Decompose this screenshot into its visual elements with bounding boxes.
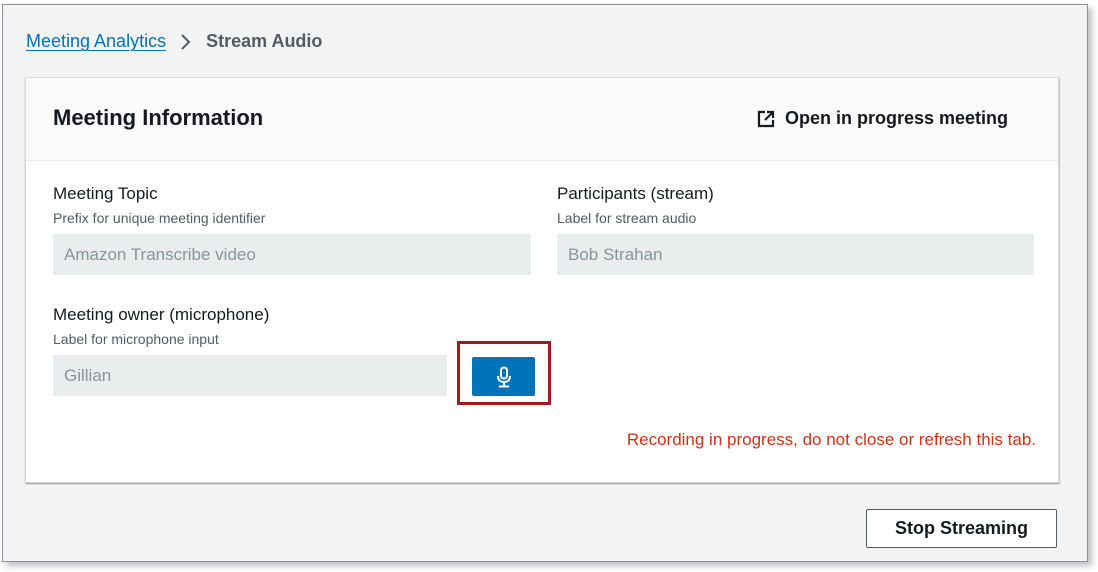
meeting-owner-description: Label for microphone input <box>53 331 219 347</box>
participants-description: Label for stream audio <box>557 210 697 226</box>
meeting-owner-label: Meeting owner (microphone) <box>53 305 270 324</box>
microphone-icon <box>496 366 512 388</box>
meeting-owner-field: Meeting owner (microphone) Label for mic… <box>53 305 447 396</box>
stop-streaming-button[interactable]: Stop Streaming <box>866 509 1057 548</box>
panel-header: Meeting Information Open in progress mee… <box>26 78 1058 161</box>
open-link-label: Open in progress meeting <box>784 108 1008 128</box>
recording-status-message: Recording in progress, do not close or r… <box>626 430 1036 449</box>
participants-field: Participants (stream) Label for stream a… <box>557 184 1034 275</box>
chevron-right-icon <box>180 33 192 51</box>
meeting-information-panel: Meeting Information Open in progress mee… <box>25 77 1059 483</box>
meeting-topic-input[interactable]: Amazon Transcribe video <box>53 234 531 275</box>
breadcrumb-link-meeting-analytics[interactable]: Meeting Analytics <box>26 31 166 52</box>
open-in-progress-meeting-link[interactable]: Open in progress meeting <box>757 108 1008 129</box>
external-link-icon <box>757 110 775 128</box>
meeting-topic-label: Meeting Topic <box>53 184 158 203</box>
panel-title: Meeting Information <box>53 105 264 130</box>
participants-input[interactable]: Bob Strahan <box>557 234 1034 275</box>
app-window: Meeting Analytics Stream Audio Meeting I… <box>2 4 1088 562</box>
meeting-topic-description: Prefix for unique meeting identifier <box>53 210 266 226</box>
participants-label: Participants (stream) <box>557 184 714 203</box>
meeting-topic-field: Meeting Topic Prefix for unique meeting … <box>53 184 531 275</box>
meeting-owner-input[interactable]: Gillian <box>53 355 447 396</box>
breadcrumb-current: Stream Audio <box>206 31 323 51</box>
breadcrumb: Meeting Analytics Stream Audio <box>26 31 322 52</box>
microphone-button[interactable] <box>472 357 535 396</box>
